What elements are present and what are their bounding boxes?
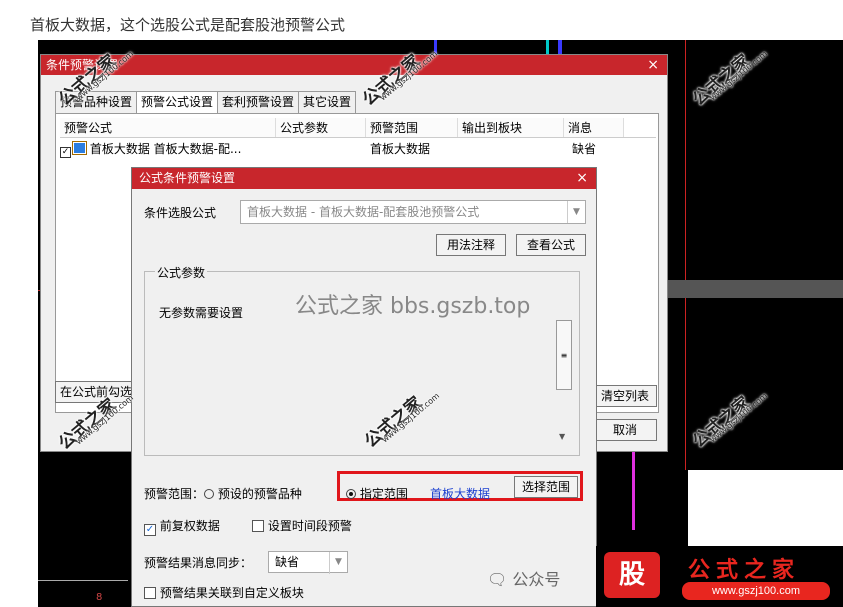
formula-alert-dialog: 公式条件预警设置 × 条件选股公式 首板大数据 - 首板大数据-配套股池预警公式… <box>131 167 597 607</box>
outer-dialog-titlebar: 条件预警设置 × <box>41 55 667 75</box>
row-formula: 首板大数据 首板大数据-配... <box>89 142 242 156</box>
link-option[interactable]: 预警结果关联到自定义板块 <box>144 584 304 601</box>
fq-option[interactable]: ✓ 前复权数据 <box>144 517 220 536</box>
column-formula[interactable]: 预警公式 <box>60 118 276 137</box>
fq-label: 前复权数据 <box>159 519 220 533</box>
inner-dialog-titlebar: 公式条件预警设置 × <box>132 168 596 189</box>
radio-icon[interactable] <box>204 489 214 499</box>
checkbox-icon[interactable] <box>252 520 264 532</box>
range-label: 预警范围： <box>144 487 205 501</box>
chart-bottom-number: 8 <box>96 592 103 603</box>
params-group-title: 公式参数 <box>155 264 208 281</box>
params-scrollbar[interactable]: ≡ ▼ <box>555 312 573 452</box>
tab-other[interactable]: 其它设置 <box>298 91 357 113</box>
inner-dialog-title: 公式条件预警设置 <box>139 171 236 185</box>
close-icon[interactable]: × <box>576 168 588 189</box>
chevron-down-icon[interactable]: ▼ <box>567 201 585 223</box>
preset-option-label: 预设的预警品种 <box>217 487 302 501</box>
formula-select[interactable]: 首板大数据 - 首板大数据-配套股池预警公式 ▼ <box>240 200 586 224</box>
link-label: 预警结果关联到自定义板块 <box>159 586 304 600</box>
time-option[interactable]: 设置时间段预警 <box>252 517 352 534</box>
sync-select-value: 缺省 <box>275 555 300 569</box>
sync-select[interactable]: 缺省 ▼ <box>268 551 348 574</box>
wechat-label: 🗨 公众号 <box>487 566 560 590</box>
caption: 首板大数据，这个选股公式是配套股池预警公式 <box>30 16 346 34</box>
checkbox-checked-icon[interactable]: ✓ <box>144 524 156 536</box>
column-message[interactable]: 消息 <box>564 118 624 137</box>
formula-label: 条件选股公式 <box>144 206 217 220</box>
formula-icon <box>73 142 86 154</box>
logo-gu-icon: 股 <box>604 552 660 598</box>
wechat-text: 公众号 <box>512 570 561 589</box>
radio-icon[interactable] <box>346 489 356 499</box>
wechat-icon: 🗨 <box>487 570 508 589</box>
cancel-button[interactable]: 取消 <box>593 419 657 441</box>
row-checkbox[interactable]: ✓ <box>60 147 71 158</box>
site-logo: 股 公式之家 www.gszj100.com <box>596 546 843 607</box>
scroll-down-icon[interactable]: ▼ <box>559 432 565 441</box>
clear-list-button[interactable]: 清空列表 <box>593 385 657 407</box>
formula-list-row[interactable]: ✓ 首板大数据 首板大数据-配... 首板大数据 缺省 <box>60 140 656 158</box>
sync-label: 预警结果消息同步： <box>144 556 253 570</box>
time-label: 设置时间段预警 <box>267 519 352 533</box>
formula-list-header: 预警公式 公式参数 预警范围 输出到板块 消息 <box>60 118 656 138</box>
tab-arbitrage[interactable]: 套利预警设置 <box>217 91 300 113</box>
tab-bar: 预警品种设置 预警公式设置 套利预警设置 其它设置 <box>55 91 357 114</box>
column-params[interactable]: 公式参数 <box>276 118 366 137</box>
usage-notes-button[interactable]: 用法注释 <box>436 234 506 256</box>
center-watermark: 公式之家 bbs.gszb.top <box>295 294 531 319</box>
specified-option[interactable]: 指定范围 <box>346 485 408 502</box>
logo-url: www.gszj100.com <box>682 582 830 600</box>
no-params-text: 无参数需要设置 <box>159 306 244 320</box>
choose-range-button[interactable]: 选择范围 <box>514 476 578 498</box>
logo-name: 公式之家 <box>688 558 801 583</box>
preset-option[interactable]: 预设的预警品种 <box>204 485 302 502</box>
row-range: 首板大数据 <box>370 142 431 156</box>
view-formula-button[interactable]: 查看公式 <box>516 234 586 256</box>
row-message: 缺省 <box>572 142 597 156</box>
scroll-thumb[interactable]: ≡ <box>556 320 572 390</box>
specified-option-label: 指定范围 <box>359 487 408 501</box>
checkbox-icon[interactable] <box>144 587 156 599</box>
column-output-block[interactable]: 输出到板块 <box>458 118 564 137</box>
close-icon[interactable]: × <box>647 55 659 75</box>
specified-range-value: 首板大数据 <box>430 487 491 501</box>
tab-formula[interactable]: 预警公式设置 <box>136 91 219 114</box>
formula-select-value: 首板大数据 - 首板大数据-配套股池预警公式 <box>247 205 480 219</box>
column-range[interactable]: 预警范围 <box>366 118 458 137</box>
chevron-down-icon[interactable]: ▼ <box>329 552 347 574</box>
